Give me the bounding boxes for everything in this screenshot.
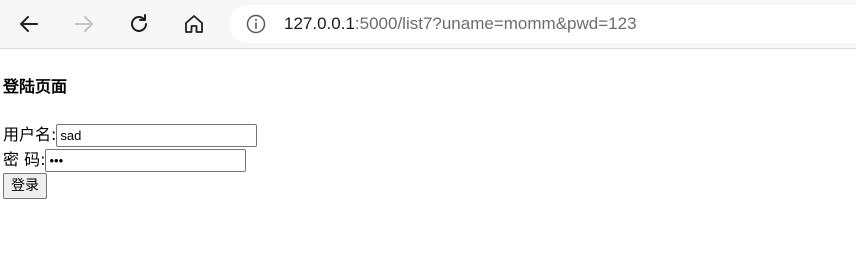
forward-arrow-icon bbox=[75, 16, 93, 32]
username-input[interactable] bbox=[56, 123, 258, 147]
refresh-icon bbox=[131, 14, 147, 32]
home-icon bbox=[185, 15, 203, 33]
home-button[interactable] bbox=[178, 8, 210, 40]
password-label: 密 码: bbox=[3, 150, 46, 169]
username-label: 用户名: bbox=[3, 125, 57, 144]
browser-toolbar: 127.0.0.1:5000/list7?uname=momm&pwd=123 bbox=[0, 0, 856, 49]
address-bar[interactable]: 127.0.0.1:5000/list7?uname=momm&pwd=123 bbox=[229, 5, 856, 43]
url-text[interactable]: 127.0.0.1:5000/list7?uname=momm&pwd=123 bbox=[284, 14, 637, 34]
login-button[interactable]: 登录 bbox=[3, 173, 47, 199]
refresh-button[interactable] bbox=[123, 8, 155, 40]
password-input[interactable] bbox=[45, 148, 247, 172]
back-button[interactable] bbox=[13, 8, 45, 40]
page-title: 登陆页面 bbox=[3, 77, 68, 96]
info-icon[interactable] bbox=[246, 14, 266, 34]
username-row: 用户名: bbox=[3, 123, 258, 147]
url-host: 127.0.0.1 bbox=[284, 14, 355, 33]
forward-button[interactable] bbox=[68, 8, 100, 40]
back-arrow-icon bbox=[20, 16, 38, 32]
url-path: :5000/list7?uname=momm&pwd=123 bbox=[354, 14, 637, 33]
password-row: 密 码: bbox=[3, 148, 247, 172]
